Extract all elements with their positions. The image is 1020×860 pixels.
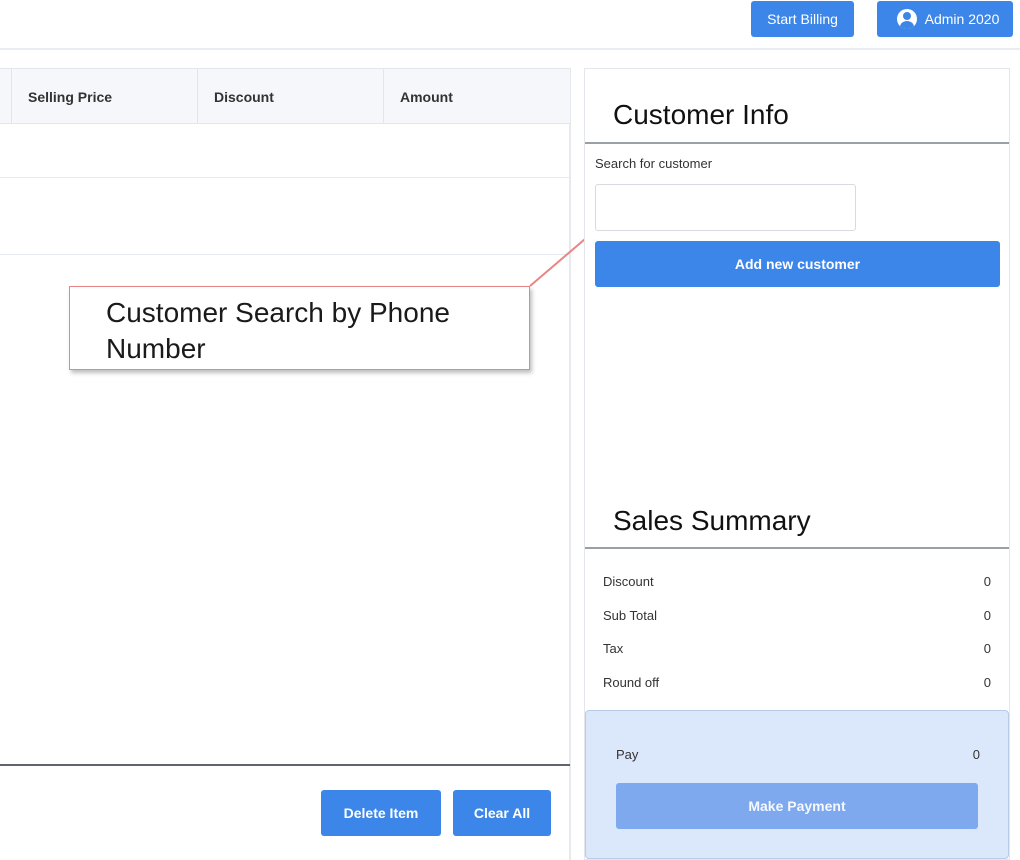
user-menu-button[interactable]: Admin 2020: [877, 1, 1013, 37]
annotation-callout: Customer Search by Phone Number: [69, 286, 530, 370]
customer-search-input[interactable]: [595, 184, 856, 231]
clear-all-button[interactable]: Clear All: [453, 790, 551, 836]
summary-value: 0: [983, 573, 991, 589]
table-row-divider: [0, 177, 570, 178]
customer-info-title: Customer Info: [613, 99, 789, 130]
section-divider: [585, 547, 1009, 549]
user-circle-icon: [896, 9, 917, 29]
customer-and-summary-panel: Customer Info Search for customer Add ne…: [584, 68, 1010, 860]
user-name-label: Admin 2020: [924, 11, 1000, 27]
table-header: Selling Price Discount Amount: [0, 68, 570, 124]
column-header-amount[interactable]: Amount: [384, 69, 570, 124]
summary-row-subtotal: Sub Total 0: [603, 605, 991, 625]
top-bar: Start Billing Admin 2020: [0, 0, 1020, 50]
summary-label: Tax: [603, 640, 624, 656]
summary-value: 0: [983, 674, 991, 690]
summary-value: 0: [983, 607, 991, 623]
pay-amount: 0: [972, 747, 980, 762]
delete-item-button[interactable]: Delete Item: [321, 790, 441, 836]
summary-label: Sub Total: [603, 607, 657, 623]
annotation-text: Customer Search by Phone Number: [106, 297, 450, 364]
column-header-selling-price[interactable]: Selling Price: [12, 69, 197, 124]
items-panel: Selling Price Discount Amount Delete Ite…: [0, 68, 571, 860]
summary-row-tax: Tax 0: [603, 638, 991, 658]
section-divider: [585, 142, 1009, 144]
table-footer-divider: [0, 764, 570, 766]
table-row-divider: [0, 254, 570, 255]
add-new-customer-button[interactable]: Add new customer: [595, 241, 1000, 287]
payment-panel: Pay 0 Make Payment: [585, 710, 1009, 859]
sales-summary-title: Sales Summary: [613, 505, 811, 536]
summary-row-discount: Discount 0: [603, 571, 991, 591]
start-billing-button[interactable]: Start Billing: [751, 1, 854, 37]
summary-row-round-off: Round off 0: [603, 672, 991, 692]
pay-row: Pay 0: [616, 747, 980, 762]
summary-label: Discount: [603, 573, 654, 589]
summary-value: 0: [983, 640, 991, 656]
summary-label: Round off: [603, 674, 660, 690]
customer-search-label: Search for customer: [595, 156, 713, 171]
pay-label: Pay: [616, 747, 639, 762]
make-payment-button[interactable]: Make Payment: [616, 783, 978, 829]
column-header-discount[interactable]: Discount: [198, 69, 383, 124]
